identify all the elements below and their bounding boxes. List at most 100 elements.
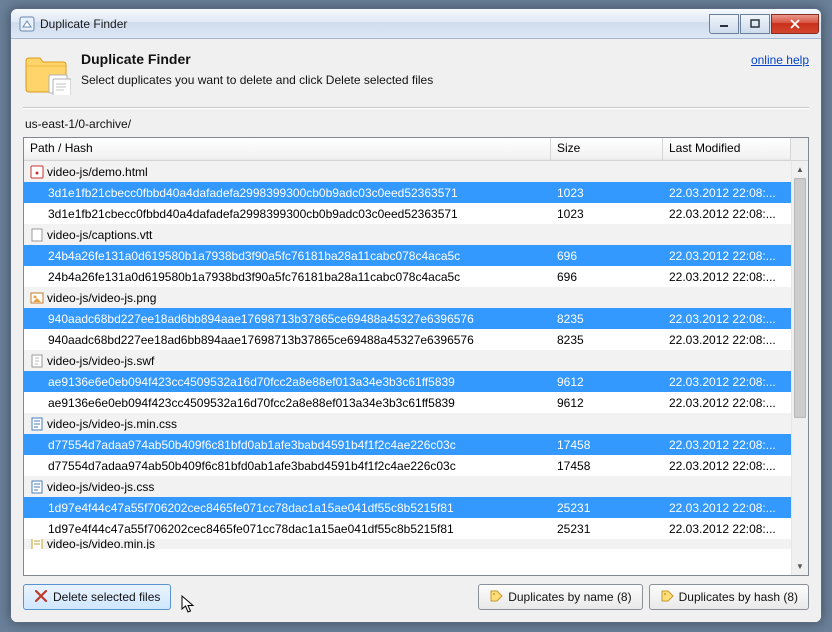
delete-selected-label: Delete selected files <box>53 590 160 604</box>
modified-value: 22.03.2012 22:08:... <box>663 375 791 389</box>
size-value: 9612 <box>551 375 663 389</box>
titlebar[interactable]: Duplicate Finder <box>11 9 821 39</box>
hash-value: 3d1e1fb21cbecc0fbbd40a4dafadefa299839930… <box>48 186 458 200</box>
footer: Delete selected files Duplicates by name… <box>23 584 809 610</box>
duplicates-by-hash-label: Duplicates by hash (8) <box>679 590 798 604</box>
window-title: Duplicate Finder <box>40 17 709 31</box>
table-row[interactable]: 24b4a26fe131a0d619580b1a7938bd3f90a5fc76… <box>24 245 791 266</box>
table-row[interactable]: video-js/video-js.css <box>24 476 791 497</box>
maximize-button[interactable] <box>740 14 770 34</box>
file-file-icon <box>30 228 44 242</box>
hash-value: 3d1e1fb21cbecc0fbbd40a4dafadefa299839930… <box>48 207 458 221</box>
size-value: 25231 <box>551 501 663 515</box>
table-row[interactable]: 3d1e1fb21cbecc0fbbd40a4dafadefa299839930… <box>24 182 791 203</box>
size-value: 25231 <box>551 522 663 536</box>
close-button[interactable] <box>771 14 819 34</box>
hash-value: ae9136e6e0eb094f423cc4509532a16d70fcc2a8… <box>48 375 455 389</box>
table-row[interactable]: video-js/video-js.png <box>24 287 791 308</box>
table-row[interactable]: 3d1e1fb21cbecc0fbbd40a4dafadefa299839930… <box>24 203 791 224</box>
table-row[interactable]: ae9136e6e0eb094f423cc4509532a16d70fcc2a8… <box>24 392 791 413</box>
table-row[interactable]: d77554d7adaa974ab50b409f6c81bfd0ab1afe3b… <box>24 434 791 455</box>
hash-value: 24b4a26fe131a0d619580b1a7938bd3f90a5fc76… <box>48 270 460 284</box>
table-row[interactable]: d77554d7adaa974ab50b409f6c81bfd0ab1afe3b… <box>24 455 791 476</box>
size-value: 696 <box>551 270 663 284</box>
app-window: Duplicate Finder Duplicate Finder Select… <box>10 8 822 623</box>
results-table: Path / Hash Size Last Modified ● video-js… <box>23 137 809 576</box>
modified-value: 22.03.2012 22:08:... <box>663 396 791 410</box>
modified-value: 22.03.2012 22:08:... <box>663 438 791 452</box>
modified-value: 22.03.2012 22:08:... <box>663 270 791 284</box>
size-value: 17458 <box>551 438 663 452</box>
table-row[interactable]: video-js/captions.vtt <box>24 224 791 245</box>
scroll-down-button[interactable]: ▼ <box>792 558 808 575</box>
minimize-button[interactable] <box>709 14 739 34</box>
scroll-track[interactable] <box>792 178 808 558</box>
table-row[interactable]: 1d97e4f44c47a55f706202cec8465fe071cc78da… <box>24 497 791 518</box>
size-value: 8235 <box>551 312 663 326</box>
hash-value: 940aadc68bd227ee18ad6bb894aae17698713b37… <box>48 312 474 326</box>
css-file-icon <box>30 417 44 431</box>
file-path: video-js/video-js.png <box>47 291 156 305</box>
table-row[interactable]: 940aadc68bd227ee18ad6bb894aae17698713b37… <box>24 329 791 350</box>
modified-value: 22.03.2012 22:08:... <box>663 501 791 515</box>
img-file-icon <box>30 291 44 305</box>
vertical-scrollbar[interactable]: ▲ ▼ <box>791 161 808 575</box>
file-path: video-js/video-js.swf <box>47 354 154 368</box>
table-row[interactable]: video-js/video.min.js <box>24 539 791 549</box>
delete-selected-button[interactable]: Delete selected files <box>23 584 171 610</box>
hash-value: ae9136e6e0eb094f423cc4509532a16d70fcc2a8… <box>48 396 455 410</box>
column-modified[interactable]: Last Modified <box>663 138 791 160</box>
modified-value: 22.03.2012 22:08:... <box>663 522 791 536</box>
file-path: video-js/video.min.js <box>47 539 155 549</box>
tag-icon <box>660 589 674 606</box>
scroll-up-button[interactable]: ▲ <box>792 161 808 178</box>
table-row[interactable]: video-js/video-js.min.css <box>24 413 791 434</box>
table-body: ● video-js/demo.html 3d1e1fb21cbecc0fbbd40… <box>24 161 791 575</box>
hash-value: d77554d7adaa974ab50b409f6c81bfd0ab1afe3b… <box>48 438 456 452</box>
column-size[interactable]: Size <box>551 138 663 160</box>
table-row[interactable]: 1d97e4f44c47a55f706202cec8465fe071cc78da… <box>24 518 791 539</box>
modified-value: 22.03.2012 22:08:... <box>663 207 791 221</box>
table-row[interactable]: video-js/video-js.swf <box>24 350 791 371</box>
divider <box>23 107 809 109</box>
hash-value: 1d97e4f44c47a55f706202cec8465fe071cc78da… <box>48 501 454 515</box>
table-header: Path / Hash Size Last Modified <box>24 138 808 161</box>
file-path: video-js/demo.html <box>47 165 148 179</box>
duplicates-by-name-button[interactable]: Duplicates by name (8) <box>478 584 642 610</box>
window-controls <box>709 14 819 34</box>
delete-icon <box>34 589 48 606</box>
scroll-thumb[interactable] <box>794 178 806 418</box>
modified-value: 22.03.2012 22:08:... <box>663 249 791 263</box>
size-value: 696 <box>551 249 663 263</box>
js-file-icon <box>30 539 44 549</box>
content-area: Duplicate Finder Select duplicates you w… <box>11 39 821 622</box>
tag-icon <box>489 589 503 606</box>
duplicates-by-name-label: Duplicates by name (8) <box>508 590 631 604</box>
page-title: Duplicate Finder <box>81 51 741 67</box>
size-value: 17458 <box>551 459 663 473</box>
table-row[interactable]: ● video-js/demo.html <box>24 161 791 182</box>
css-file-icon <box>30 480 44 494</box>
online-help-link[interactable]: online help <box>751 51 809 67</box>
table-row[interactable]: 940aadc68bd227ee18ad6bb894aae17698713b37… <box>24 308 791 329</box>
file-path: video-js/video-js.min.css <box>47 417 177 431</box>
file-path: video-js/video-js.css <box>47 480 154 494</box>
size-value: 8235 <box>551 333 663 347</box>
html-file-icon: ● <box>30 165 44 179</box>
folder-icon <box>23 51 71 95</box>
scrollbar-header <box>791 138 808 160</box>
table-row[interactable]: ae9136e6e0eb094f423cc4509532a16d70fcc2a8… <box>24 371 791 392</box>
size-value: 9612 <box>551 396 663 410</box>
swf-file-icon <box>30 354 44 368</box>
size-value: 1023 <box>551 186 663 200</box>
table-row[interactable]: 24b4a26fe131a0d619580b1a7938bd3f90a5fc76… <box>24 266 791 287</box>
hash-value: 24b4a26fe131a0d619580b1a7938bd3f90a5fc76… <box>48 249 460 263</box>
header: Duplicate Finder Select duplicates you w… <box>23 49 809 103</box>
duplicates-by-hash-button[interactable]: Duplicates by hash (8) <box>649 584 809 610</box>
svg-text:●: ● <box>35 170 39 177</box>
path-label: us-east-1/0-archive/ <box>23 115 809 137</box>
modified-value: 22.03.2012 22:08:... <box>663 312 791 326</box>
column-path[interactable]: Path / Hash <box>24 138 551 160</box>
file-path: video-js/captions.vtt <box>47 228 152 242</box>
modified-value: 22.03.2012 22:08:... <box>663 459 791 473</box>
